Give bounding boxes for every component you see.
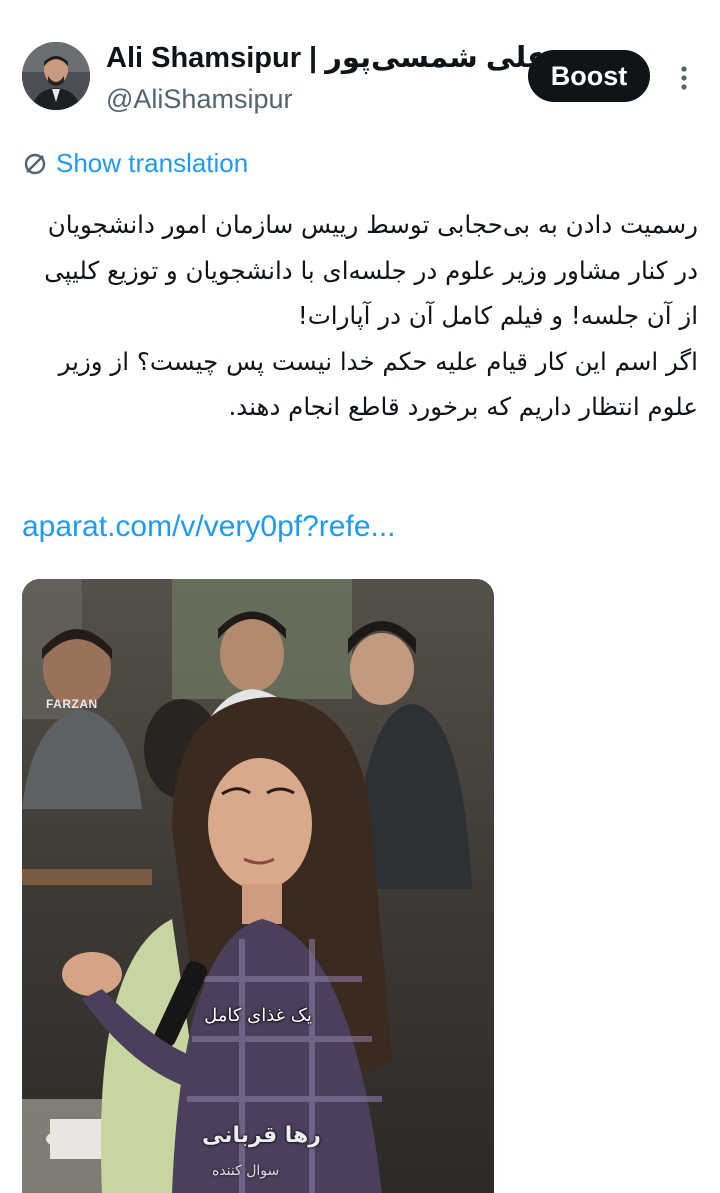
- speaker-role-caption: سوال کننده: [212, 1163, 280, 1179]
- post-paragraph: اگر اسم این کار قیام علیه حکم خدا نیست پ…: [58, 346, 698, 422]
- post-text: رسمیت دادن به بی‌حجابی توسط رییس سازمان …: [22, 202, 698, 430]
- more-vertical-icon: [681, 66, 687, 90]
- boost-button[interactable]: Boost: [528, 50, 650, 102]
- video-caption: یک غذای کامل: [204, 1005, 312, 1026]
- avatar[interactable]: [22, 42, 90, 110]
- author-display-name[interactable]: Ali Shamsipur | علی شمسی‌پور: [106, 40, 547, 75]
- aparat-link[interactable]: aparat.com/v/very0pf?refe...: [22, 510, 396, 544]
- show-translation-label: Show translation: [56, 148, 249, 178]
- video-frame: [22, 579, 494, 1193]
- avatar-photo: [22, 42, 90, 110]
- watermark-logo: FARZAN: [46, 697, 98, 711]
- more-options-button[interactable]: [670, 62, 698, 94]
- post-paragraph: رسمیت دادن به بی‌حجابی توسط رییس سازمان …: [44, 210, 698, 330]
- speaker-name-caption: رها قربانی: [202, 1123, 321, 1148]
- no-translate-icon: [24, 153, 46, 174]
- show-translation-link[interactable]: Show translation: [22, 148, 248, 179]
- video-thumbnail[interactable]: FARZAN یک غذای کامل رها قربانی سوال کنند…: [22, 579, 494, 1193]
- author-handle[interactable]: @AliShamsipur: [106, 84, 292, 115]
